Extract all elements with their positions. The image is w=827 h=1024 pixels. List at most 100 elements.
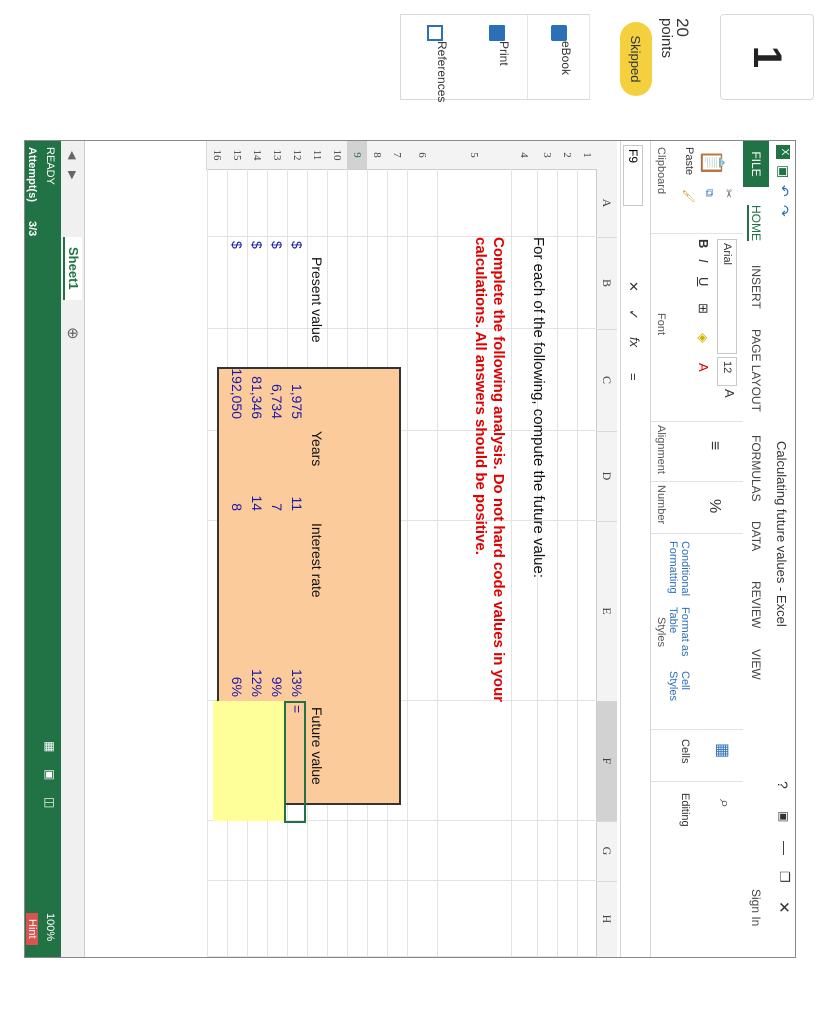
row-header[interactable]: 16	[206, 141, 227, 170]
row-header[interactable]: 12	[286, 141, 307, 170]
minimize-icon[interactable]: —	[777, 841, 793, 855]
paste-button[interactable]: Paste	[683, 147, 695, 175]
zoom-level[interactable]: 100%	[44, 913, 56, 941]
header-years: Years	[309, 431, 325, 467]
spreadsheet-grid: ABCDEFGH 1 2 3 4 5 6 7 8 9 10 11 12 13 14 15 16 For eac…	[87, 141, 617, 957]
cancel-formula-icon[interactable]: ✕	[625, 281, 641, 292]
cut-icon[interactable]: ✂	[722, 189, 735, 198]
restore-icon[interactable]: ❐	[776, 871, 792, 883]
row-header[interactable]: 6	[406, 141, 437, 170]
number-group: % Number	[651, 481, 743, 534]
cells-icon[interactable]: ▦	[713, 743, 733, 758]
fill-color-icon[interactable]: ◈	[695, 333, 711, 343]
ribbon-options-icon[interactable]: ▣	[777, 811, 791, 822]
row-header[interactable]: 3	[536, 141, 557, 170]
row-header[interactable]: 14	[246, 141, 267, 170]
header-future-value: Future value	[309, 707, 325, 785]
question-number: 1	[745, 45, 790, 69]
format-painter-icon[interactable]: 🖌	[682, 189, 695, 203]
column-gridline	[207, 956, 597, 957]
row-header[interactable]: 8	[366, 141, 387, 170]
row-header[interactable]: 10	[326, 141, 347, 170]
binoculars-icon[interactable]: ⌕	[715, 799, 733, 808]
normal-view-icon[interactable]: ▦	[43, 741, 57, 752]
tab-insert[interactable]: INSERT	[749, 265, 763, 309]
answer-cells[interactable]	[213, 701, 286, 821]
percent-icon[interactable]: %	[705, 499, 723, 513]
tab-formulas[interactable]: FORMULAS	[749, 435, 763, 502]
underline-icon[interactable]: U	[696, 277, 711, 286]
tab-view[interactable]: VIEW	[749, 649, 763, 680]
function-icon[interactable]: fx	[627, 337, 642, 347]
row-header[interactable]: 15	[226, 141, 247, 170]
ribbon-tabs: HOME INSERT PAGE LAYOUT FORMULAS DATA RE…	[742, 141, 769, 957]
formula-input[interactable]: =	[626, 373, 641, 381]
styles-group: Conditional Formatting Format as Table C…	[651, 533, 743, 730]
page-layout-view-icon[interactable]: ▣	[43, 769, 57, 780]
ebook-button[interactable]: eBook	[527, 15, 590, 99]
row-header[interactable]: 5	[436, 141, 511, 170]
copy-ribbon-icon[interactable]: ⧉	[702, 189, 715, 197]
prev-sheet-icon[interactable]: ◀	[66, 151, 79, 159]
help-icon[interactable]: ?	[775, 781, 791, 789]
conditional-formatting-button[interactable]: Conditional Formatting	[667, 541, 691, 597]
sheet1-tab[interactable]: Sheet1	[63, 237, 82, 300]
excel-window: X ▣ ↶ ↷ Calculating future values - Exce…	[24, 140, 796, 958]
column-header[interactable]: F	[597, 701, 617, 822]
resources-panel: eBook Print References	[400, 14, 590, 102]
formula-bar: F9 ✕ ✓ fx =	[620, 141, 645, 957]
name-box[interactable]: F9	[623, 145, 643, 206]
row-header[interactable]: 7	[386, 141, 407, 170]
italic-icon[interactable]: I	[696, 259, 711, 263]
row-header[interactable]: 13	[266, 141, 287, 170]
header-present-value: Present value	[309, 257, 325, 343]
tab-home[interactable]: HOME	[747, 205, 763, 241]
window-title: Calculating future values - Excel	[774, 441, 789, 627]
paste-icon[interactable]: 📋	[699, 149, 725, 176]
close-icon[interactable]: ✕	[775, 901, 793, 914]
row-header[interactable]: 2	[556, 141, 577, 170]
undo-icon[interactable]: ↶	[775, 185, 792, 197]
header-interest-rate: Interest rate	[309, 523, 325, 598]
alignment-icon[interactable]: ≡	[705, 441, 723, 450]
add-sheet-icon[interactable]: ⊕	[64, 327, 82, 340]
cells-button[interactable]: Cells	[679, 739, 691, 763]
hint-button[interactable]: Hint	[26, 913, 38, 945]
column-header[interactable]: E	[597, 521, 617, 702]
font-size-select[interactable]: 12	[717, 357, 737, 386]
currency-symbol: $	[289, 241, 305, 249]
page-break-view-icon[interactable]: ◫	[43, 797, 57, 808]
tab-page-layout[interactable]: PAGE LAYOUT	[749, 329, 763, 412]
editing-button[interactable]: Editing	[679, 793, 691, 827]
row-header[interactable]: 9	[346, 141, 367, 170]
cell-styles-button[interactable]: Cell Styles	[667, 671, 691, 721]
column-header[interactable]: C	[597, 329, 617, 432]
format-as-table-button[interactable]: Format as Table	[667, 607, 691, 663]
row-header[interactable]: 11	[306, 141, 327, 170]
next-sheet-icon[interactable]: ▶	[66, 171, 79, 179]
grow-font-icon[interactable]: A	[722, 389, 737, 398]
column-header[interactable]: D	[597, 431, 617, 522]
row-header[interactable]: 4	[510, 141, 537, 170]
column-header[interactable]: A	[597, 169, 617, 238]
tab-file[interactable]: FILE	[743, 141, 769, 187]
references-button[interactable]: References	[403, 15, 465, 102]
ebook-label: eBook	[559, 41, 573, 76]
borders-icon[interactable]: ⊞	[695, 303, 711, 314]
save-icon[interactable]: ▣	[775, 165, 792, 178]
excel-logo-icon: X	[776, 145, 790, 159]
column-header[interactable]: G	[597, 821, 617, 882]
row-header[interactable]: 1	[576, 141, 597, 170]
print-button[interactable]: Print	[465, 15, 528, 99]
redo-icon[interactable]: ↷	[775, 205, 792, 217]
tab-data[interactable]: DATA	[749, 521, 763, 551]
enter-formula-icon[interactable]: ✓	[625, 309, 641, 320]
tab-review[interactable]: REVIEW	[749, 581, 763, 628]
column-header[interactable]: H	[597, 881, 617, 957]
font-color-icon[interactable]: A	[696, 363, 711, 372]
bold-icon[interactable]: B	[696, 239, 711, 248]
font-name-select[interactable]: Arial	[717, 239, 737, 354]
sign-in-link[interactable]: Sign In	[749, 889, 763, 926]
selected-cell-f9[interactable]	[284, 701, 306, 823]
column-header[interactable]: B	[597, 237, 617, 330]
